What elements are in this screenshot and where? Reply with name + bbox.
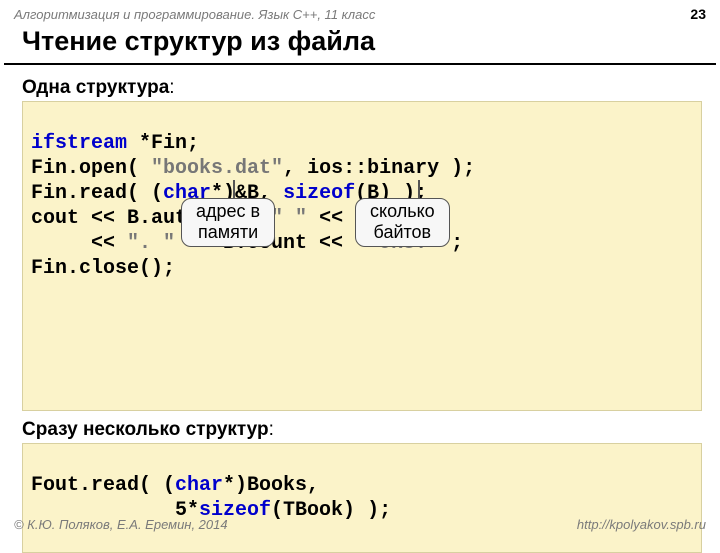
footer: © К.Ю. Поляков, Е.А. Еремин, 2014 http:/…	[0, 517, 720, 532]
section1-heading-bold: Одна структура	[22, 77, 169, 98]
content: Одна структура: ifstream *Fin; Fin.open(…	[0, 65, 720, 553]
kw-sizeof: sizeof	[283, 182, 355, 205]
callout2-line2: байтов	[370, 222, 435, 243]
connector-1	[233, 180, 235, 200]
footer-url: http://kpolyakov.spb.ru	[577, 517, 706, 532]
callout1-line2: памяти	[196, 222, 260, 243]
course-label: Алгоритмизация и программирование. Язык …	[14, 7, 375, 22]
callout2-line1: сколько	[370, 201, 435, 222]
code-block-1: ifstream *Fin; Fin.open( "books.dat", io…	[22, 101, 702, 411]
page-number: 23	[690, 6, 706, 22]
section2-colon: :	[269, 419, 274, 440]
kw-ifstream: ifstream	[31, 132, 127, 155]
kw-char-2: char	[175, 474, 223, 497]
copyright: © К.Ю. Поляков, Е.А. Еремин, 2014	[14, 517, 228, 532]
header-bar: Алгоритмизация и программирование. Язык …	[0, 0, 720, 24]
section1-heading: Одна структура:	[22, 77, 702, 99]
section1-colon: :	[169, 77, 174, 98]
callout-address: адрес в памяти	[181, 198, 275, 247]
page-title: Чтение структур из файла	[4, 24, 716, 65]
code-block-2: Fout.read( (char*)Books, 5*sizeof(TBook)…	[22, 443, 702, 553]
section2-heading: Сразу несколько структур:	[22, 419, 702, 441]
callout1-line1: адрес в	[196, 201, 260, 222]
connector-2	[418, 180, 420, 200]
callout-bytes: сколько байтов	[355, 198, 450, 247]
section2-heading-bold: Сразу несколько структур	[22, 419, 269, 440]
